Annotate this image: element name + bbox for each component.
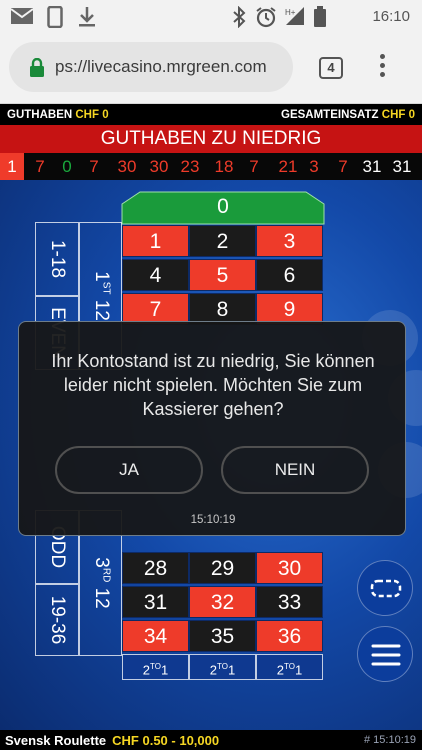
total-bet-value: CHF 0 — [381, 109, 415, 121]
chat-button[interactable] — [357, 560, 413, 616]
number-cell[interactable]: 2 — [189, 225, 256, 257]
history-result: 7 — [249, 157, 259, 176]
history-result: 1 — [0, 153, 24, 180]
history-result: 7 — [89, 157, 99, 176]
history-result: 30 — [149, 157, 169, 176]
number-cell[interactable]: 4 — [122, 259, 189, 291]
signal-icon: H+ — [285, 7, 304, 25]
footer-bar: Svensk Roulette CHF 0.50 - 10,000 # 15:10… — [0, 730, 422, 750]
history-result: 3 — [309, 157, 319, 176]
no-button[interactable]: NEIN — [221, 446, 369, 494]
history-result: 23 — [180, 157, 200, 176]
number-cell[interactable]: 31 — [122, 586, 189, 618]
status-bar: H+ 16:10 — [0, 0, 422, 32]
low-balance-dialog: Ihr Kontostand ist zu niedrig, Sie könne… — [18, 321, 406, 536]
history-result: 0 — [62, 157, 72, 176]
battery-icon — [314, 6, 326, 27]
bet-low[interactable]: 1-18 — [35, 222, 79, 296]
zero-label: 0 — [217, 195, 229, 218]
number-cell[interactable]: 28 — [122, 552, 189, 584]
credit-value: CHF 0 — [75, 109, 109, 121]
mail-icon — [10, 8, 34, 24]
number-cell[interactable]: 3 — [256, 225, 323, 257]
bet-column-1[interactable]: 2TO1 — [122, 654, 189, 680]
url-text: ps://livecasino.mrgreen.com — [55, 57, 267, 76]
number-cell[interactable]: 34 — [122, 620, 189, 652]
history-result: 31 — [362, 157, 382, 176]
history-result: 18 — [214, 157, 234, 176]
number-cell[interactable]: 33 — [256, 586, 323, 618]
history-result: 30 — [117, 157, 137, 176]
lock-icon — [30, 58, 44, 77]
download-icon — [79, 7, 95, 27]
phone-icon — [47, 6, 63, 28]
bet-limits: CHF 0.50 - 10,000 — [112, 733, 220, 748]
chat-bubble-icon — [370, 579, 402, 598]
balance-bar: GUTHABEN CHF 0 GESAMTEINSATZ CHF 0 — [0, 105, 422, 125]
yes-button[interactable]: JA — [55, 446, 203, 494]
browser-toolbar: ps://livecasino.mrgreen.com 4 — [0, 32, 422, 104]
history-result: 7 — [35, 157, 45, 176]
dialog-timestamp: 15:10:19 — [190, 514, 236, 526]
round-id: # 15:10:19 — [364, 734, 416, 746]
menu-button[interactable] — [357, 626, 413, 682]
history-result: 31 — [392, 157, 412, 176]
number-cell[interactable]: 1 — [122, 225, 189, 257]
number-cell[interactable]: 29 — [189, 552, 256, 584]
svg-text:H+: H+ — [285, 8, 296, 17]
clock: 16:10 — [372, 8, 410, 25]
dialog-message: Ihr Kontostand ist zu niedrig, Sie könne… — [51, 351, 375, 419]
bet-high[interactable]: 19-36 — [35, 584, 79, 656]
history-result: 7 — [338, 157, 348, 176]
game-name: Svensk Roulette — [5, 733, 107, 748]
overflow-menu-icon[interactable] — [376, 54, 388, 84]
number-cell[interactable]: 30 — [256, 552, 323, 584]
low-balance-banner: GUTHABEN ZU NIEDRIG — [0, 125, 422, 153]
credit-label: GUTHABEN — [7, 109, 73, 121]
number-cell[interactable]: 5 — [189, 259, 256, 291]
tab-switcher-button[interactable]: 4 — [319, 57, 343, 79]
history-result: 21 — [278, 157, 298, 176]
bet-column-3[interactable]: 2TO1 — [256, 654, 323, 680]
bluetooth-icon — [233, 6, 246, 28]
bet-column-2[interactable]: 2TO1 — [189, 654, 256, 680]
number-cell[interactable]: 35 — [189, 620, 256, 652]
hamburger-icon — [371, 644, 401, 666]
number-cell[interactable]: 32 — [189, 586, 256, 618]
alarm-icon — [256, 7, 276, 28]
number-cell[interactable]: 6 — [256, 259, 323, 291]
result-history: 1 7 0 7 30 30 23 18 7 21 3 7 31 31 — [0, 153, 422, 180]
number-cell[interactable]: 36 — [256, 620, 323, 652]
total-bet-label: GESAMTEINSATZ — [281, 109, 379, 121]
address-bar[interactable]: ps://livecasino.mrgreen.com — [9, 42, 293, 92]
